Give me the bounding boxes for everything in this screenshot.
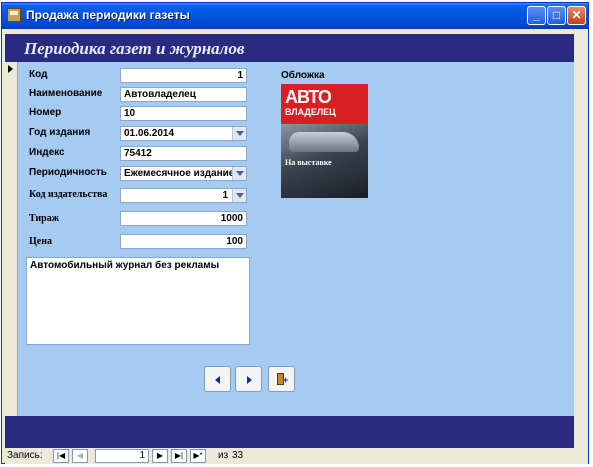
label-index: Индекс bbox=[29, 147, 65, 158]
field-number[interactable]: 10 bbox=[120, 106, 247, 121]
form-footer bbox=[5, 416, 574, 448]
record-total: 33 bbox=[232, 450, 244, 461]
arrow-left-icon bbox=[215, 376, 220, 384]
field-publisher-code[interactable]: 1 bbox=[120, 188, 247, 203]
label-price: Цена bbox=[29, 236, 52, 247]
form-heading: Периодика газет и журналов bbox=[24, 39, 245, 58]
current-record-arrow-icon bbox=[8, 65, 13, 73]
chevron-down-icon[interactable] bbox=[232, 167, 246, 180]
label-cover: Обложка bbox=[281, 70, 325, 81]
label-year: Год издания bbox=[29, 127, 91, 138]
record-of-label: из bbox=[218, 450, 229, 461]
field-description[interactable]: Автомобильный журнал без рекламы bbox=[26, 257, 250, 345]
cover-logo-top: АВТО bbox=[285, 87, 332, 107]
form-header: Периодика газет и журналов bbox=[5, 34, 574, 62]
new-record-button[interactable]: ▶* bbox=[190, 449, 206, 463]
field-index[interactable]: 75412 bbox=[120, 146, 247, 161]
first-record-button[interactable]: |◀ bbox=[53, 449, 69, 463]
cover-caption: На выставке bbox=[285, 158, 332, 167]
arrow-right-icon bbox=[247, 376, 252, 384]
form-detail: Код 1 Наименование Автовладелец Номер 10… bbox=[18, 62, 574, 416]
form-icon bbox=[7, 8, 21, 22]
exit-arrow-icon: + bbox=[283, 375, 289, 385]
label-name: Наименование bbox=[29, 88, 103, 99]
field-periodicity[interactable]: Ежемесячное издание bbox=[120, 166, 247, 181]
maximize-button[interactable]: □ bbox=[547, 6, 566, 25]
field-name[interactable]: Автовладелец bbox=[120, 87, 247, 102]
field-year-value: 01.06.2014 bbox=[124, 128, 175, 139]
close-button[interactable]: ✕ bbox=[567, 6, 586, 25]
title-bar[interactable]: Продажа периодики газеты _ □ ✕ bbox=[2, 3, 588, 29]
label-publisher-code: Код издательства bbox=[29, 189, 108, 200]
label-kod: Код bbox=[29, 69, 48, 80]
minimize-button[interactable]: _ bbox=[527, 6, 546, 25]
field-price[interactable]: 100 bbox=[120, 234, 247, 249]
chevron-down-icon[interactable] bbox=[232, 127, 246, 140]
label-circulation: Тираж bbox=[29, 213, 59, 224]
record-selector[interactable] bbox=[5, 62, 18, 416]
label-number: Номер bbox=[29, 107, 62, 118]
current-record-input[interactable]: 1 bbox=[95, 449, 149, 463]
next-record-button[interactable] bbox=[235, 366, 262, 392]
app-window: Продажа периодики газеты _ □ ✕ Периодика… bbox=[1, 2, 589, 464]
window-title: Продажа периодики газеты bbox=[26, 8, 190, 22]
previous-record-button[interactable]: ◀ bbox=[72, 449, 88, 463]
record-navigation-bar: Запись: |◀ ◀ 1 ▶ ▶| ▶* из 33 bbox=[5, 448, 588, 464]
cover-logo-bottom: ВЛАДЕЛЕЦ bbox=[285, 107, 336, 117]
field-periodicity-value: Ежемесячное издание bbox=[124, 168, 235, 179]
field-year[interactable]: 01.06.2014 bbox=[120, 126, 247, 141]
prev-record-button[interactable] bbox=[204, 366, 231, 392]
car-image bbox=[289, 132, 359, 152]
chevron-down-icon[interactable] bbox=[232, 189, 246, 202]
field-circulation[interactable]: 1000 bbox=[120, 211, 247, 226]
record-label: Запись: bbox=[7, 450, 43, 461]
close-form-button[interactable]: + bbox=[268, 366, 295, 392]
field-kod[interactable]: 1 bbox=[120, 68, 247, 83]
cover-image: АВТО ВЛАДЕЛЕЦ На выставке bbox=[281, 84, 368, 198]
field-publisher-code-value: 1 bbox=[222, 190, 228, 201]
last-record-button[interactable]: ▶| bbox=[171, 449, 187, 463]
next-record-nav-button[interactable]: ▶ bbox=[152, 449, 168, 463]
label-periodicity: Периодичность bbox=[29, 167, 107, 178]
